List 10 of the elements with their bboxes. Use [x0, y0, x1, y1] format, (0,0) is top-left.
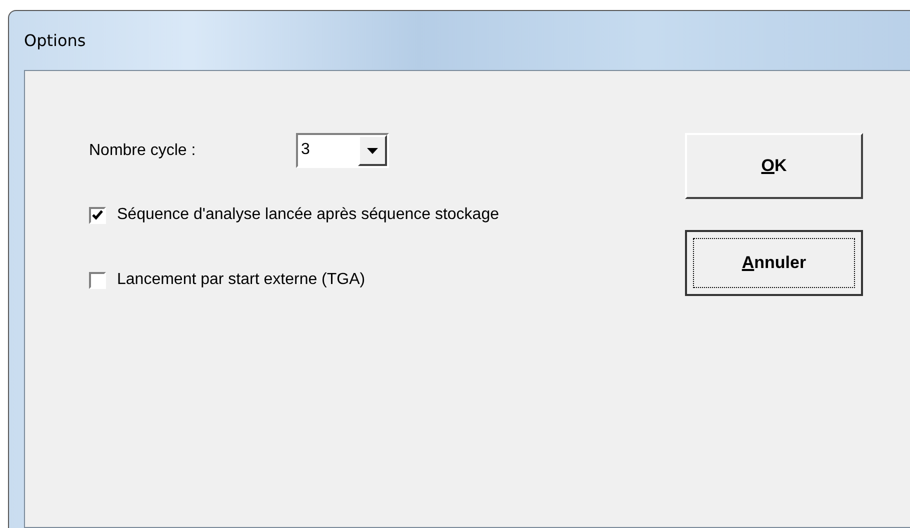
field-label: Nombre cycle :	[89, 142, 197, 160]
checkbox-label[interactable]: Séquence d'analyse lancée après séquence stockage	[117, 206, 499, 224]
dialog-button[interactable]: OK	[685, 133, 863, 199]
dropdown-arrow-icon	[367, 148, 378, 154]
window-title: Options	[24, 30, 87, 52]
dialog-button[interactable]: Annuler	[685, 230, 863, 296]
checkbox-label[interactable]: Lancement par start externe (TGA)	[117, 271, 366, 289]
checkbox[interactable]	[89, 206, 106, 224]
cycle-dropdown[interactable]: 3	[296, 133, 389, 168]
checkbox[interactable]	[89, 272, 106, 288]
